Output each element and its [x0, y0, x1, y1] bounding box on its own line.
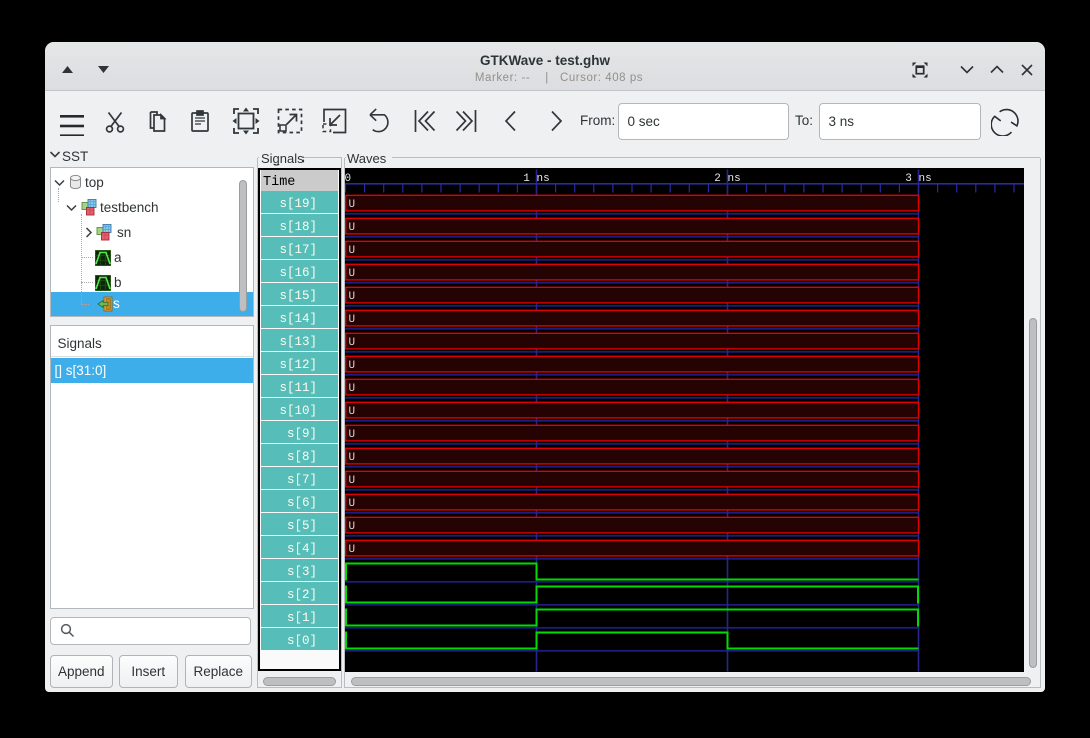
svg-text:U: U [349, 222, 356, 234]
svg-text:U: U [349, 314, 356, 326]
svg-text:1 ns: 1 ns [523, 173, 549, 185]
svg-text:0: 0 [345, 173, 351, 185]
svg-text:U: U [349, 406, 356, 418]
svg-text:U: U [349, 429, 356, 441]
svg-text:U: U [349, 521, 356, 533]
svg-text:U: U [349, 337, 356, 349]
svg-text:U: U [349, 498, 356, 510]
svg-text:U: U [349, 475, 356, 487]
svg-text:U: U [349, 199, 356, 211]
svg-text:U: U [349, 360, 356, 372]
svg-text:U: U [349, 291, 356, 303]
svg-text:2 ns: 2 ns [714, 173, 740, 185]
svg-text:U: U [349, 452, 356, 464]
svg-text:U: U [349, 383, 356, 395]
svg-text:U: U [349, 268, 356, 280]
svg-text:U: U [349, 544, 356, 556]
svg-text:3 ns: 3 ns [905, 173, 931, 185]
svg-text:U: U [349, 245, 356, 257]
